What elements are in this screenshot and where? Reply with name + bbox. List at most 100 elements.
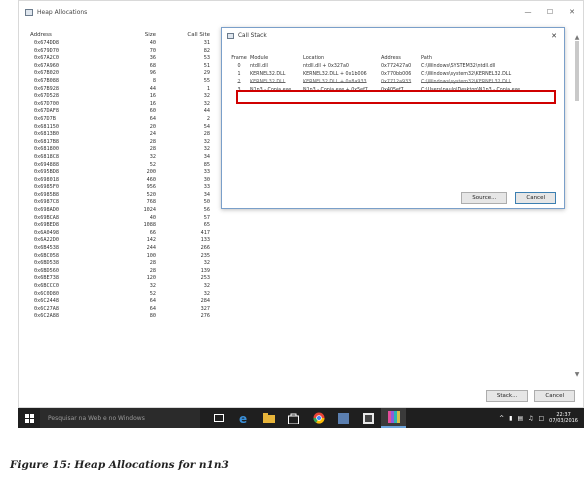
table-row[interactable]: 0x681800 28 32 bbox=[26, 146, 224, 154]
table-row[interactable]: 0x67DAF8 60 44 bbox=[26, 108, 224, 116]
col-path[interactable]: Path bbox=[421, 54, 562, 63]
cell-site: 32 bbox=[203, 138, 210, 145]
call-stack-row[interactable]: 2 KERNEL32.DLL KERNEL32.DLL + 0x8a933 0x771… bbox=[228, 79, 562, 87]
cell-address: 0x694888 bbox=[34, 161, 59, 168]
table-row[interactable]: 0x6C0D80 52 32 bbox=[26, 291, 224, 299]
cell-site: 82 bbox=[203, 47, 210, 54]
cell-site: 139 bbox=[200, 267, 210, 274]
cell-address: 0x6BCCC0 bbox=[34, 283, 59, 289]
cell-site: 44 bbox=[203, 108, 210, 115]
table-row[interactable]: 0x6C2A88 80 276 bbox=[26, 313, 224, 321]
table-row[interactable]: 0x6818C8 32 34 bbox=[26, 154, 224, 162]
table-row[interactable]: 0x6C2448 64 284 bbox=[26, 298, 224, 306]
cell-location: KERNEL32.DLL + 0x8a933 bbox=[303, 80, 367, 85]
app-icon-3[interactable] bbox=[381, 408, 406, 428]
table-row[interactable]: 0x6A0498 66 417 bbox=[26, 230, 224, 238]
table-row[interactable]: 0x6BC058 100 235 bbox=[26, 253, 224, 261]
table-row[interactable]: 0x695BD8 200 33 bbox=[26, 169, 224, 177]
table-row[interactable]: 0x698018 460 30 bbox=[26, 177, 224, 185]
table-row[interactable]: 0x679D70 70 82 bbox=[26, 48, 224, 56]
table-row[interactable]: 0x69BED8 1088 65 bbox=[26, 222, 224, 230]
col-call-site[interactable]: Call Site bbox=[162, 32, 224, 38]
table-row[interactable]: 0x694888 52 85 bbox=[26, 162, 224, 170]
chrome-icon[interactable] bbox=[306, 408, 331, 428]
table-row[interactable]: 0x6A22D0 142 133 bbox=[26, 237, 224, 245]
call-stack-row[interactable]: 0 ntdll.dll ntdll.dll + 0x327a0 0x772427a0 C… bbox=[228, 63, 562, 71]
col-location[interactable]: Location bbox=[303, 54, 381, 63]
network-icon[interactable]: ▤ bbox=[517, 415, 523, 422]
table-row[interactable]: 0x6B4538 244 266 bbox=[26, 245, 224, 253]
table-row[interactable]: 0x6987C8 768 50 bbox=[26, 199, 224, 207]
table-row[interactable]: 0x674DD8 40 31 bbox=[26, 40, 224, 48]
table-row[interactable]: 0x6813B0 24 28 bbox=[26, 131, 224, 139]
cell-address: 0x681150 bbox=[34, 123, 59, 130]
clock[interactable]: 22:37 07/03/2016 bbox=[549, 412, 578, 424]
edge-icon[interactable]: e bbox=[231, 408, 256, 428]
table-row[interactable]: 0x6BD560 28 139 bbox=[26, 268, 224, 276]
cell-address: 0x7712a933 bbox=[381, 80, 412, 85]
grid-header: Address Size Call Site bbox=[26, 32, 224, 38]
minimize-button[interactable]: — bbox=[517, 4, 539, 20]
cell-address: 0x698018 bbox=[34, 176, 59, 183]
stack-button[interactable]: Stack... bbox=[485, 390, 529, 402]
cell-size: 36 bbox=[149, 55, 156, 62]
cell-site: 266 bbox=[200, 245, 210, 252]
source-button[interactable]: Source... bbox=[461, 192, 508, 204]
cell-site: 32 bbox=[203, 93, 210, 100]
table-row[interactable]: 0x67B020 96 29 bbox=[26, 70, 224, 78]
vertical-scrollbar[interactable]: ▲ ▼ bbox=[573, 33, 581, 378]
table-row[interactable]: 0x67A960 68 51 bbox=[26, 63, 224, 71]
table-row[interactable]: 0x67A2C0 36 53 bbox=[26, 55, 224, 63]
table-row[interactable]: 0x67B928 44 1 bbox=[26, 86, 224, 94]
col-address[interactable]: Address bbox=[381, 54, 421, 63]
scroll-thumb[interactable] bbox=[575, 41, 579, 101]
table-row[interactable]: 0x6C27A8 64 327 bbox=[26, 306, 224, 314]
app-icon-2[interactable] bbox=[356, 408, 381, 428]
file-explorer-icon[interactable] bbox=[256, 408, 281, 428]
dialog-close-icon[interactable]: ✕ bbox=[551, 32, 557, 40]
start-button[interactable] bbox=[18, 408, 40, 428]
table-row[interactable]: 0x6985B8 520 34 bbox=[26, 192, 224, 200]
cell-size: 24 bbox=[149, 131, 156, 138]
taskbar-search[interactable]: Pesquisar na Web e no Windows bbox=[40, 408, 200, 428]
dialog-cancel-button[interactable]: Cancel bbox=[515, 192, 556, 204]
call-stack-row[interactable]: 1 KERNEL32.DLL KERNEL32.DLL + 0x1b006 0x770… bbox=[228, 71, 562, 79]
table-row[interactable]: 0x6BCCC0 32 32 bbox=[26, 283, 224, 291]
cell-address: 0x6BD538 bbox=[34, 260, 59, 267]
cell-site: 56 bbox=[203, 207, 210, 214]
table-row[interactable]: 0x6985F0 956 33 bbox=[26, 184, 224, 192]
cell-address: 0x6BD560 bbox=[34, 267, 59, 274]
table-row[interactable]: 0x69BCA8 40 57 bbox=[26, 215, 224, 223]
battery-icon[interactable]: ▮ bbox=[509, 415, 512, 422]
maximize-button[interactable]: ☐ bbox=[539, 4, 561, 20]
chevron-up-icon[interactable]: ^ bbox=[499, 415, 504, 422]
cell-site: 417 bbox=[200, 229, 210, 236]
scroll-track[interactable] bbox=[573, 41, 581, 371]
app-icon[interactable] bbox=[331, 408, 356, 428]
task-view-icon[interactable] bbox=[206, 408, 231, 428]
table-row[interactable]: 0x67D528 16 32 bbox=[26, 93, 224, 101]
table-row[interactable]: 0x698AD0 1024 56 bbox=[26, 207, 224, 215]
col-size[interactable]: Size bbox=[110, 32, 162, 38]
cell-address: 0x6A22D0 bbox=[34, 237, 59, 244]
table-row[interactable]: 0x67B088 8 55 bbox=[26, 78, 224, 86]
cell-site: 32 bbox=[203, 100, 210, 107]
col-module[interactable]: Module bbox=[250, 54, 303, 63]
store-icon[interactable] bbox=[281, 408, 306, 428]
col-address[interactable]: Address bbox=[26, 32, 110, 38]
cell-address: 0x6B4538 bbox=[34, 245, 59, 252]
col-frame[interactable]: Frame bbox=[228, 54, 250, 63]
cell-size: 32 bbox=[149, 153, 156, 160]
table-row[interactable]: 0x6817B8 28 32 bbox=[26, 139, 224, 147]
volume-icon[interactable]: ♫ bbox=[528, 415, 533, 422]
table-row[interactable]: 0x6BD538 28 32 bbox=[26, 260, 224, 268]
table-row[interactable]: 0x6BE738 120 253 bbox=[26, 275, 224, 283]
notification-icon[interactable]: □ bbox=[539, 415, 545, 422]
table-row[interactable]: 0x67D700 16 32 bbox=[26, 101, 224, 109]
close-button[interactable]: ✕ bbox=[561, 4, 583, 20]
scroll-down-icon[interactable]: ▼ bbox=[573, 370, 581, 378]
table-row[interactable]: 0x681150 20 54 bbox=[26, 124, 224, 132]
scroll-up-icon[interactable]: ▲ bbox=[573, 33, 581, 41]
table-row[interactable]: 0x67D7B 64 2 bbox=[26, 116, 224, 124]
cancel-button[interactable]: Cancel bbox=[534, 390, 575, 402]
